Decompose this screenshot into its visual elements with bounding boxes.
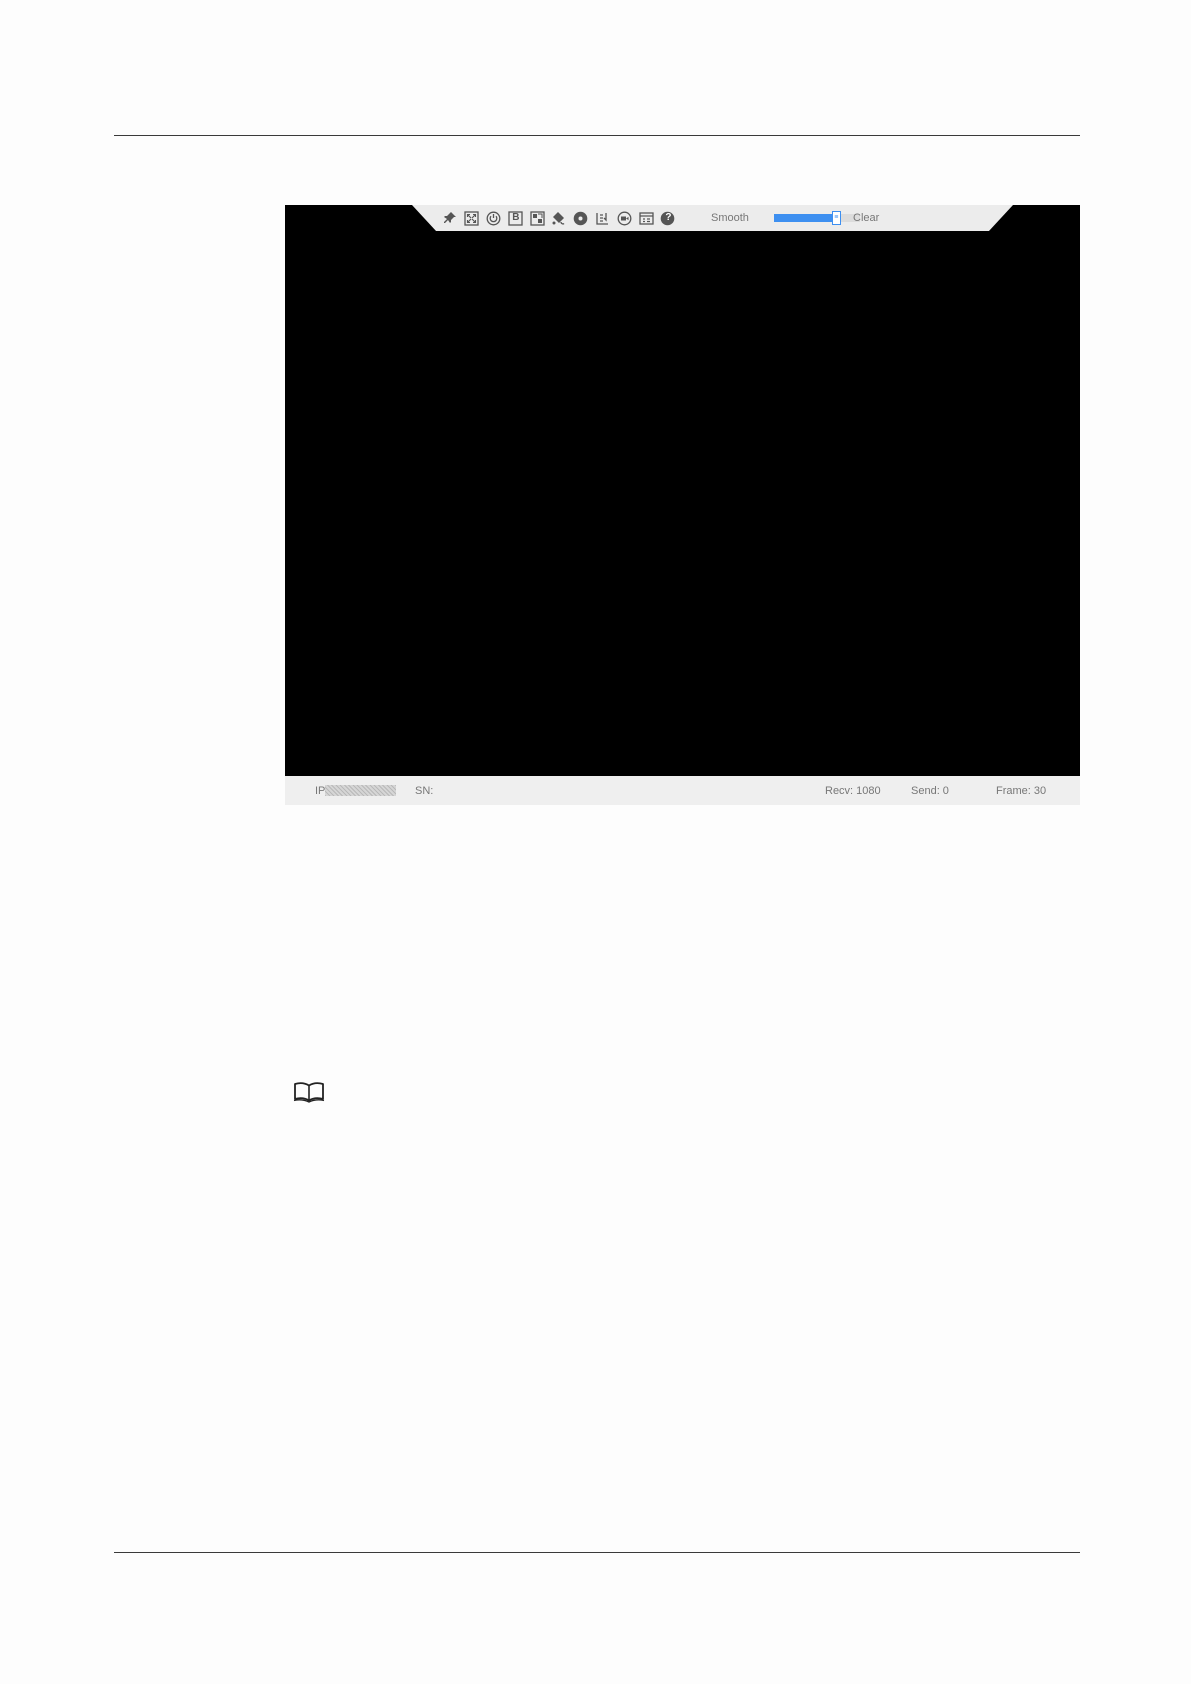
help-icon[interactable]: ? xyxy=(660,210,676,226)
disc-icon[interactable] xyxy=(573,210,589,226)
refresh-icon[interactable] xyxy=(486,210,502,226)
book-icon xyxy=(293,1081,325,1103)
fullscreen-icon[interactable] xyxy=(464,210,480,226)
header-rule xyxy=(114,135,1080,136)
footer-rule xyxy=(114,1552,1080,1553)
send-rate: Send: 0 xyxy=(911,785,949,797)
ip-label: IP xyxy=(315,785,326,797)
smooth-label: Smooth xyxy=(711,212,749,224)
paint-icon[interactable] xyxy=(551,210,567,226)
live-view-window: B ? Smooth ≡ Clear IP SN: Recv: 1080 Sen… xyxy=(285,205,1080,805)
layout-icon[interactable] xyxy=(529,210,545,226)
list-icon[interactable] xyxy=(595,210,611,226)
status-bar: IP SN: Recv: 1080 Send: 0 Frame: 30 xyxy=(285,776,1080,805)
record-icon[interactable] xyxy=(616,210,632,226)
smoothness-slider[interactable]: ≡ xyxy=(774,211,860,225)
toolbar-icons: B ? xyxy=(442,210,682,226)
slider-fill xyxy=(774,214,837,222)
frame-rate: Frame: 30 xyxy=(996,785,1047,797)
ip-address-redacted xyxy=(325,785,396,796)
display-settings-icon[interactable] xyxy=(638,210,654,226)
sn-label: SN: xyxy=(415,785,434,797)
video-area[interactable] xyxy=(285,205,1080,776)
b-icon-label: B xyxy=(512,212,520,223)
recv-rate: Recv: 1080 xyxy=(825,785,881,797)
live-view-toolbar: B ? Smooth ≡ Clear xyxy=(412,205,1013,231)
slider-thumb[interactable]: ≡ xyxy=(831,211,841,225)
pin-icon[interactable] xyxy=(442,210,458,226)
b-icon[interactable]: B xyxy=(507,210,523,226)
clear-label: Clear xyxy=(853,212,880,224)
help-icon-label: ? xyxy=(665,212,672,223)
